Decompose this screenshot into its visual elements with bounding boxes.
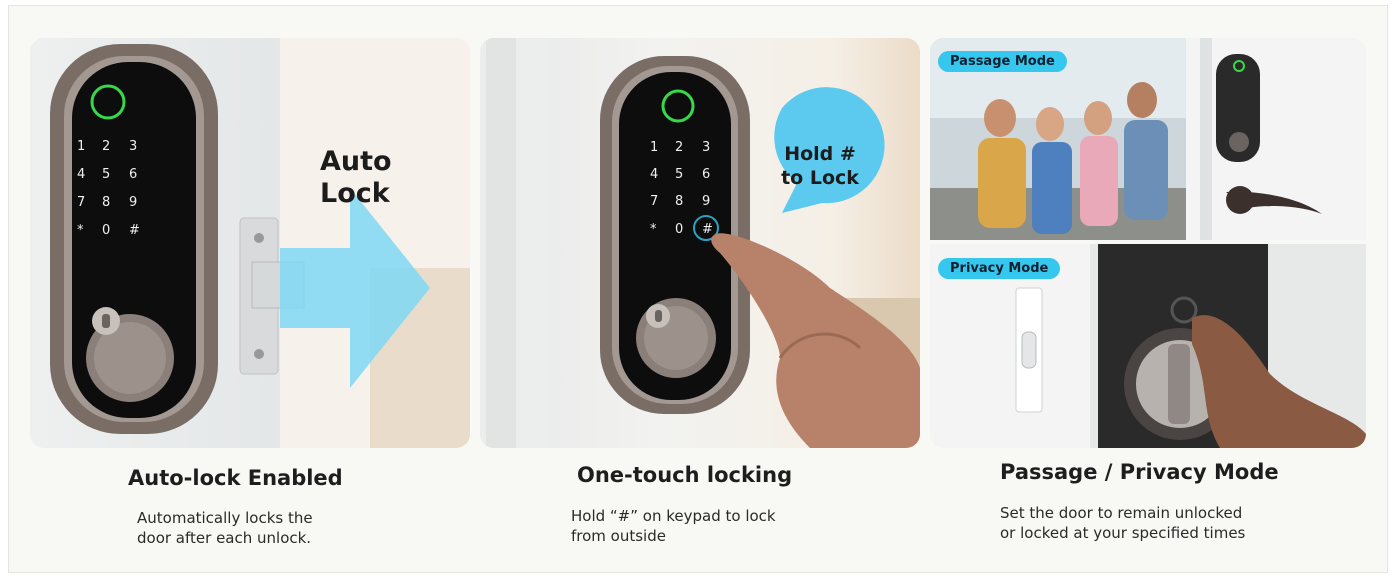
key-2: 2 — [102, 139, 110, 154]
overlay-line: Auto — [320, 146, 392, 177]
key-8: 8 — [102, 195, 110, 210]
key-4: 4 — [77, 167, 85, 182]
key-1: 1 — [77, 139, 85, 154]
svg-text:7: 7 — [650, 194, 658, 209]
auto-lock-photo: 1 2 3 4 5 6 7 8 9 * 0 # Auto Lock — [30, 38, 470, 448]
svg-text:2: 2 — [675, 140, 683, 155]
svg-text:6: 6 — [702, 167, 710, 182]
privacy-mode-badge: Privacy Mode — [938, 258, 1061, 279]
desc-line: door after each unlock. — [137, 529, 312, 547]
one-touch-photo: 1 2 3 4 5 6 7 8 9 * 0 # Hold # to Lock — [480, 38, 920, 448]
passage-mode-badge: Passage Mode — [938, 51, 1067, 72]
desc-line: Hold “#” on keypad to lock — [571, 507, 776, 525]
svg-text:5: 5 — [675, 167, 683, 182]
passage-privacy-title: Passage / Privacy Mode — [1000, 460, 1279, 484]
desc-line: Set the door to remain unlocked — [1000, 504, 1243, 522]
svg-text:9: 9 — [702, 194, 710, 209]
key-hash: # — [129, 223, 140, 238]
one-touch-illustration: 1 2 3 4 5 6 7 8 9 * 0 # — [480, 38, 920, 448]
key-6: 6 — [129, 167, 137, 182]
key-0: 0 — [102, 223, 110, 238]
auto-lock-title: Auto-lock Enabled — [128, 466, 343, 490]
one-touch-title: One-touch locking — [577, 463, 793, 487]
overlay-line: Lock — [320, 178, 390, 209]
privacy-mode-photo: Privacy Mode — [930, 244, 1366, 448]
key-star: * — [77, 223, 84, 238]
auto-lock-illustration: 1 2 3 4 5 6 7 8 9 * 0 # — [50, 38, 470, 448]
auto-lock-overlay: Auto Lock — [320, 146, 392, 210]
thumb-turn — [1168, 344, 1190, 424]
passage-privacy-description: Set the door to remain unlocked or locke… — [1000, 503, 1245, 543]
desc-line: from outside — [571, 527, 666, 545]
key-3: 3 — [129, 139, 137, 154]
svg-text:4: 4 — [650, 167, 658, 182]
key-5: 5 — [102, 167, 110, 182]
svg-text:0: 0 — [675, 222, 683, 237]
svg-text:#: # — [702, 222, 713, 237]
key-9: 9 — [129, 195, 137, 210]
desc-line: or locked at your specified times — [1000, 524, 1246, 542]
smart-lock-device — [50, 44, 218, 434]
svg-text:*: * — [650, 222, 657, 237]
hold-to-lock-overlay: Hold # to Lock — [770, 142, 870, 190]
overlay-line: to Lock — [781, 167, 859, 189]
desc-line: Automatically locks the — [137, 509, 313, 527]
passage-mode-photo: Passage Mode — [930, 38, 1366, 240]
auto-lock-description: Automatically locks the door after each … — [137, 508, 313, 548]
svg-text:8: 8 — [675, 194, 683, 209]
overlay-line: Hold # — [784, 143, 856, 165]
svg-text:1: 1 — [650, 140, 658, 155]
svg-text:3: 3 — [702, 140, 710, 155]
one-touch-description: Hold “#” on keypad to lock from outside — [571, 506, 776, 546]
key-7: 7 — [77, 195, 85, 210]
